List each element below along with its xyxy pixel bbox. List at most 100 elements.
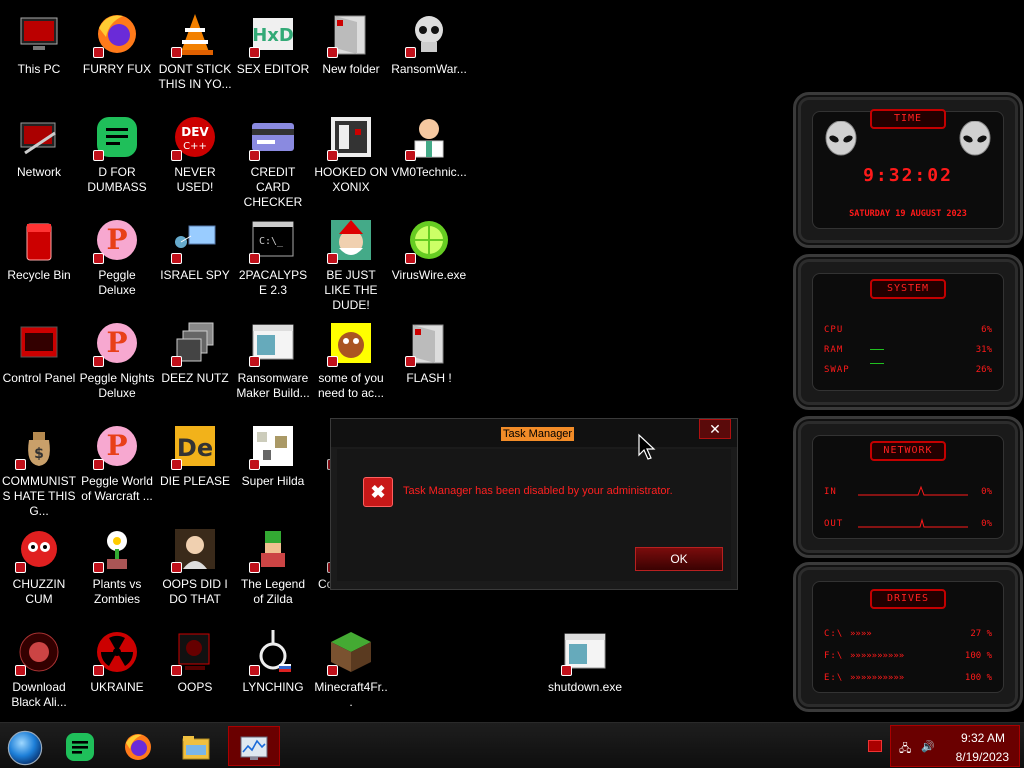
desktop-icon[interactable]: ISRAEL SPY bbox=[156, 210, 234, 310]
desktop-icon[interactable]: HxD SEX EDITOR bbox=[234, 4, 312, 104]
shortcut-arrow-icon bbox=[93, 150, 104, 161]
shortcut-arrow-icon bbox=[327, 356, 338, 367]
skull-icon bbox=[405, 10, 453, 58]
desktop-icon[interactable]: Download Black Ali... bbox=[0, 622, 78, 722]
flower-icon bbox=[93, 525, 141, 573]
spy-network-icon bbox=[171, 216, 219, 264]
desktop-icon-label: BE JUST LIKE THE DUDE! bbox=[324, 268, 378, 312]
system-tray[interactable]: 🖧 🔊 9:32 AM 8/19/2023 bbox=[890, 725, 1020, 767]
desktop-icon-label: OOPS DID I DO THAT bbox=[162, 577, 228, 606]
desktop-icon[interactable]: Network bbox=[0, 107, 78, 207]
desktop-icon[interactable]: shutdown.exe bbox=[546, 622, 624, 722]
shortcut-arrow-icon bbox=[93, 562, 104, 573]
network-row-value: 0% bbox=[981, 487, 992, 497]
dog-icon bbox=[327, 319, 375, 367]
taskbar-task-manager[interactable] bbox=[228, 726, 280, 766]
desktop-icon[interactable]: DONT STICK THIS IN YO... bbox=[156, 4, 234, 104]
dialog-body: ✖ Task Manager has been disabled by your… bbox=[337, 449, 731, 581]
desktop-icon-label: some of you need to ac... bbox=[317, 371, 385, 400]
tray-time[interactable]: 9:32 AM bbox=[961, 731, 1005, 745]
desktop-icon[interactable]: VirusWire.exe bbox=[390, 210, 468, 310]
credit-card-icon bbox=[249, 113, 297, 161]
taskbar-firefox[interactable] bbox=[113, 726, 163, 766]
desktop-icon[interactable]: some of you need to ac... bbox=[312, 313, 390, 413]
desktop-icon[interactable]: VM0Technic... bbox=[390, 107, 468, 207]
desktop-icon[interactable]: Plants vs Zombies bbox=[78, 519, 156, 619]
desktop-icon[interactable]: P Peggle Deluxe bbox=[78, 210, 156, 310]
shortcut-arrow-icon bbox=[405, 253, 416, 264]
desktop-icon[interactable]: FURRY FUX bbox=[78, 4, 156, 104]
system-gadget[interactable]: SYSTEM CPU 6% RAM 31% SWAP 26% bbox=[793, 254, 1023, 410]
tray-date[interactable]: 8/19/2023 bbox=[956, 750, 1009, 764]
desktop-icon[interactable]: HOOKED ON XONIX bbox=[312, 107, 390, 207]
desktop-icon[interactable]: Ransomware Maker Build... bbox=[234, 313, 312, 413]
desktop-icon[interactable]: De DIE PLEASE bbox=[156, 416, 234, 516]
folder-icon bbox=[405, 319, 453, 367]
close-button[interactable]: ✕ bbox=[699, 419, 731, 439]
desktop-icon-label: CREDIT CARD CHECKER bbox=[243, 165, 303, 209]
desktop-icon-label: OOPS bbox=[177, 680, 213, 694]
desktop-icon[interactable]: $ COMMUNISTS HATE THIS G... bbox=[0, 416, 78, 518]
desktop-icon[interactable]: LYNCHING bbox=[234, 622, 312, 722]
drive-row-value: 100 % bbox=[964, 673, 992, 683]
desktop-icon[interactable]: Super Hilda bbox=[234, 416, 312, 516]
shortcut-arrow-icon bbox=[93, 47, 104, 58]
dev-cpp-icon: DEV C++ bbox=[171, 113, 219, 161]
shortcut-arrow-icon bbox=[171, 150, 182, 161]
dialog-titlebar[interactable]: Task Manager ✕ bbox=[331, 419, 737, 447]
task-manager-icon bbox=[240, 736, 268, 760]
desktop-icon[interactable]: The Legend of Zilda bbox=[234, 519, 312, 619]
desktop-icon[interactable]: OOPS bbox=[156, 622, 234, 722]
desktop-icon[interactable]: Control Panel bbox=[0, 313, 78, 413]
desktop-icon-label: Peggle Deluxe bbox=[98, 268, 136, 297]
desktop-icon[interactable]: P Peggle Nights Deluxe bbox=[78, 313, 156, 413]
desktop-icon[interactable]: Minecraft4Fr... bbox=[312, 622, 390, 722]
drives-gadget[interactable]: DRIVES C:\ »»»» 27 % F:\ »»»»»»»»»» 100 … bbox=[793, 562, 1023, 712]
network-row-label: IN bbox=[824, 487, 837, 497]
radiation-icon bbox=[93, 628, 141, 676]
desktop-icon[interactable]: D FOR DUMBASS bbox=[78, 107, 156, 207]
time-gadget[interactable]: TIME 9:32:02 SATURDAY 19 AUGUST 2023 bbox=[793, 92, 1023, 248]
network-row-out: OUT 0% bbox=[824, 517, 992, 531]
desktop-icon[interactable]: DEV C++ NEVER USED! bbox=[156, 107, 234, 207]
desktop-icon-label: DEEZ NUTZ bbox=[161, 371, 229, 385]
desktop-icon[interactable]: OOPS DID I DO THAT bbox=[156, 519, 234, 619]
task-manager-error-dialog[interactable]: Task Manager ✕ ✖ Task Manager has been d… bbox=[330, 418, 738, 590]
desktop-icon[interactable]: UKRAINE bbox=[78, 622, 156, 722]
window-app-icon bbox=[249, 319, 297, 367]
desktop-icon[interactable]: FLASH ! bbox=[390, 313, 468, 413]
shortcut-arrow-icon bbox=[15, 459, 26, 470]
desktop-icon[interactable]: New folder bbox=[312, 4, 390, 104]
desktop-icon[interactable]: C:\_ 2PACALYPSE 2.3 bbox=[234, 210, 312, 310]
network-gadget[interactable]: NETWORK IN 0% OUT 0% bbox=[793, 416, 1023, 558]
pixel-game-icon bbox=[249, 422, 297, 470]
show-hidden-icons-button[interactable] bbox=[868, 740, 882, 752]
taskbar-app-green[interactable] bbox=[55, 726, 105, 766]
shortcut-arrow-icon bbox=[171, 356, 182, 367]
start-button[interactable] bbox=[0, 726, 50, 766]
ok-button[interactable]: OK bbox=[635, 547, 723, 571]
network-tray-icon[interactable]: 🖧 bbox=[899, 740, 915, 755]
desktop-icon[interactable]: RansomWar... bbox=[390, 4, 468, 104]
shortcut-arrow-icon bbox=[405, 356, 416, 367]
desktop-icon[interactable]: P Peggle World of Warcraft ... bbox=[78, 416, 156, 516]
desktop-icon[interactable]: CHUZZIN CUM bbox=[0, 519, 78, 619]
volume-tray-icon[interactable]: 🔊 bbox=[921, 740, 937, 754]
desktop-icon[interactable]: Recycle Bin bbox=[0, 210, 78, 310]
red-orb-icon bbox=[15, 628, 63, 676]
desktop-icon[interactable]: DEEZ NUTZ bbox=[156, 313, 234, 413]
control-panel-icon bbox=[15, 319, 63, 367]
shortcut-arrow-icon bbox=[249, 356, 260, 367]
desktop-icon-label: Download Black Ali... bbox=[11, 680, 67, 709]
taskbar-file-explorer[interactable] bbox=[171, 726, 221, 766]
system-row-label: SWAP bbox=[824, 365, 850, 375]
shortcut-arrow-icon bbox=[327, 665, 338, 676]
svg-text:De: De bbox=[177, 434, 213, 462]
shortcut-arrow-icon bbox=[405, 47, 416, 58]
desktop-icon[interactable]: BE JUST LIKE THE DUDE! bbox=[312, 210, 390, 312]
peggle-icon: P bbox=[93, 422, 141, 470]
desktop-icon[interactable]: This PC bbox=[0, 4, 78, 104]
desktop-icon-label: ISRAEL SPY bbox=[160, 268, 230, 282]
drive-row-value: 27 % bbox=[970, 629, 992, 639]
desktop-icon[interactable]: CREDIT CARD CHECKER bbox=[234, 107, 312, 209]
